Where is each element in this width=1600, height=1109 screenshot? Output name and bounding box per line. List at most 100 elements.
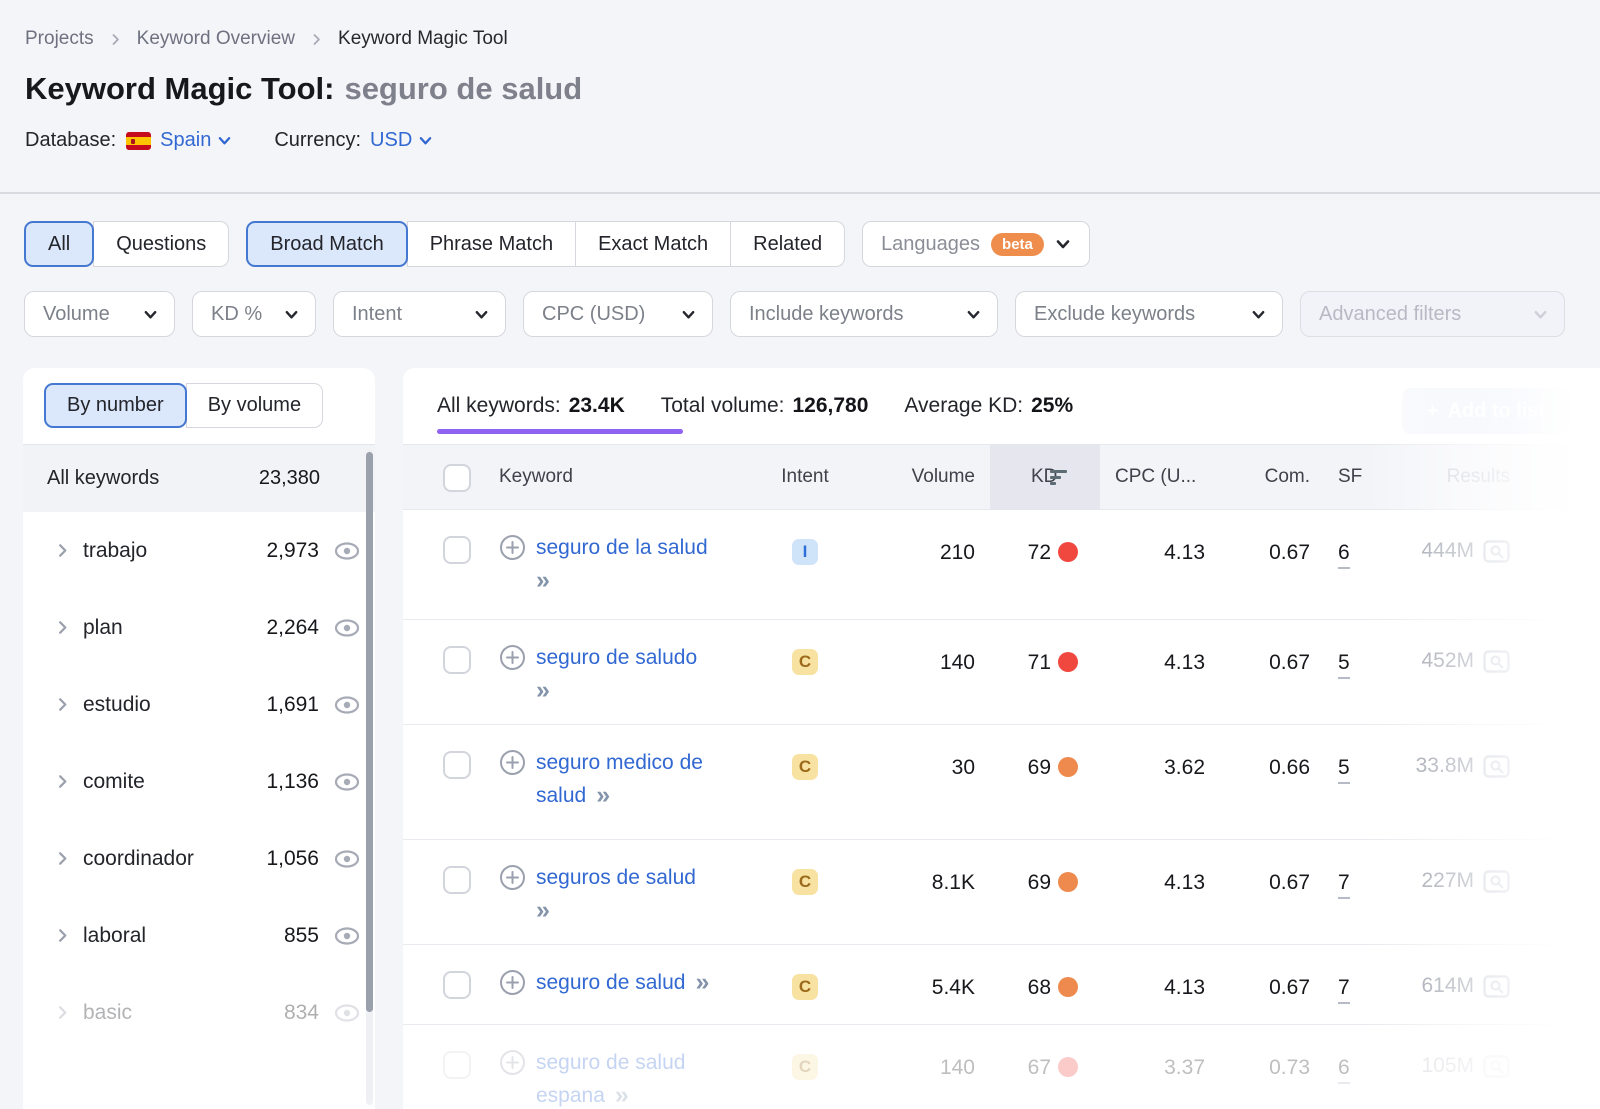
keyword-link[interactable]: seguros de salud (536, 866, 696, 890)
page-title-query: seguro de salud (344, 71, 582, 106)
tab-phrase-match[interactable]: Phrase Match (407, 221, 576, 267)
by-number-toggle[interactable]: By number (44, 383, 187, 428)
eye-icon[interactable] (333, 617, 361, 639)
sf-value[interactable]: 6 (1338, 1056, 1350, 1084)
select-all-checkbox[interactable] (443, 464, 471, 492)
chevron-right-icon[interactable] (55, 620, 70, 635)
add-to-list-button[interactable]: + Add to list (1402, 388, 1570, 434)
row-checkbox[interactable] (443, 751, 471, 779)
column-header-cpc[interactable]: CPC (U... (1115, 445, 1196, 509)
serp-preview-icon[interactable] (1483, 650, 1510, 673)
eye-icon[interactable] (333, 694, 361, 716)
sidebar-item-laboral[interactable]: laboral 855 (23, 897, 375, 974)
keyword-link[interactable]: seguro de salud (536, 971, 685, 995)
keyword-link-line2[interactable]: salud (536, 784, 586, 808)
eye-icon[interactable] (333, 771, 361, 793)
row-checkbox[interactable] (443, 971, 471, 999)
chevron-right-icon[interactable] (55, 543, 70, 558)
currency-select[interactable]: USD (370, 129, 433, 152)
expand-keyword-icon[interactable]: » (536, 678, 548, 703)
column-header-com[interactable]: Com. (1210, 445, 1310, 509)
eye-icon[interactable] (333, 540, 361, 562)
column-header-volume[interactable]: Volume (883, 445, 975, 509)
sf-value[interactable]: 5 (1338, 756, 1350, 784)
column-header-results[interactable]: Results (1390, 445, 1510, 509)
eye-icon[interactable] (333, 1002, 361, 1024)
tab-all[interactable]: All (24, 221, 94, 267)
expand-keyword-icon[interactable]: » (536, 568, 548, 593)
advanced-filters[interactable]: Advanced filters (1300, 291, 1565, 337)
keyword-link[interactable]: seguro medico de (536, 751, 703, 775)
chevron-right-icon[interactable] (55, 928, 70, 943)
keyword-link[interactable]: seguro de saludo (536, 646, 697, 670)
sidebar-item-estudio[interactable]: estudio 1,691 (23, 666, 375, 743)
row-checkbox[interactable] (443, 866, 471, 894)
serp-preview-icon[interactable] (1483, 975, 1510, 998)
breadcrumb-projects[interactable]: Projects (25, 28, 94, 50)
sidebar-scrollbar-thumb[interactable] (366, 452, 373, 1012)
kd-filter[interactable]: KD % (192, 291, 316, 337)
row-checkbox[interactable] (443, 646, 471, 674)
add-keyword-icon[interactable] (499, 864, 526, 891)
sidebar-item-comite[interactable]: comite 1,136 (23, 743, 375, 820)
page-title: Keyword Magic Tool:seguro de salud (25, 71, 582, 107)
sf-value[interactable]: 5 (1338, 651, 1350, 679)
add-keyword-icon[interactable] (499, 644, 526, 671)
keyword-link-line2[interactable]: espana (536, 1084, 605, 1108)
serp-preview-icon[interactable] (1483, 755, 1510, 778)
expand-keyword-icon[interactable]: » (596, 783, 608, 808)
row-checkbox[interactable] (443, 1051, 471, 1079)
tab-questions[interactable]: Questions (93, 221, 229, 267)
expand-keyword-icon[interactable]: » (615, 1083, 627, 1108)
serp-preview-icon[interactable] (1483, 1055, 1510, 1078)
serp-preview-icon[interactable] (1483, 540, 1510, 563)
keyword-link[interactable]: seguro de salud (536, 1051, 685, 1075)
chevron-down-icon (1055, 236, 1071, 252)
sf-value[interactable]: 7 (1338, 871, 1350, 899)
tab-related[interactable]: Related (730, 221, 845, 267)
stat-average-kd: Average KD:25% (904, 394, 1073, 418)
cpc-filter[interactable]: CPC (USD) (523, 291, 713, 337)
sf-value[interactable]: 7 (1338, 976, 1350, 1004)
stat-total-volume: Total volume:126,780 (661, 394, 869, 418)
row-checkbox[interactable] (443, 536, 471, 564)
chevron-right-icon[interactable] (55, 697, 70, 712)
chevron-right-icon[interactable] (55, 774, 70, 789)
add-keyword-icon[interactable] (499, 749, 526, 776)
chevron-down-icon (284, 307, 299, 322)
database-select[interactable]: Spain (160, 129, 232, 152)
include-keywords-filter[interactable]: Include keywords (730, 291, 998, 337)
chevron-right-icon[interactable] (55, 851, 70, 866)
serp-preview-icon[interactable] (1483, 870, 1510, 893)
column-header-keyword[interactable]: Keyword (499, 445, 573, 509)
expand-keyword-icon[interactable]: » (536, 898, 548, 923)
keyword-link[interactable]: seguro de la salud (536, 536, 708, 560)
breadcrumb-keyword-overview[interactable]: Keyword Overview (137, 28, 295, 50)
intent-filter[interactable]: Intent (333, 291, 506, 337)
beta-badge: beta (991, 233, 1044, 256)
eye-icon[interactable] (333, 848, 361, 870)
sidebar-all-keywords[interactable]: All keywords 23,380 (23, 444, 375, 512)
column-header-sf[interactable]: SF (1338, 445, 1362, 509)
languages-dropdown[interactable]: Languages beta (862, 221, 1090, 267)
sidebar-item-coordinador[interactable]: coordinador 1,056 (23, 820, 375, 897)
sidebar-item-basic[interactable]: basic 834 (23, 974, 375, 1051)
chevron-right-icon[interactable] (55, 1005, 70, 1020)
sidebar-item-trabajo[interactable]: trabajo 2,973 (23, 512, 375, 589)
tab-broad-match[interactable]: Broad Match (246, 221, 407, 267)
kd-level-dot (1058, 1057, 1078, 1077)
add-keyword-icon[interactable] (499, 1049, 526, 1076)
by-volume-toggle[interactable]: By volume (186, 383, 323, 428)
eye-icon[interactable] (333, 925, 361, 947)
column-header-intent[interactable]: Intent (775, 445, 835, 509)
expand-keyword-icon[interactable]: » (695, 970, 707, 995)
sf-value[interactable]: 6 (1338, 541, 1350, 569)
column-header-kd[interactable]: KD (1031, 445, 1067, 509)
sidebar-item-plan[interactable]: plan 2,264 (23, 589, 375, 666)
add-keyword-icon[interactable] (499, 969, 526, 996)
volume-filter[interactable]: Volume (24, 291, 175, 337)
add-keyword-icon[interactable] (499, 534, 526, 561)
tab-exact-match[interactable]: Exact Match (575, 221, 731, 267)
exclude-keywords-filter[interactable]: Exclude keywords (1015, 291, 1283, 337)
intent-badge: C (792, 754, 818, 780)
